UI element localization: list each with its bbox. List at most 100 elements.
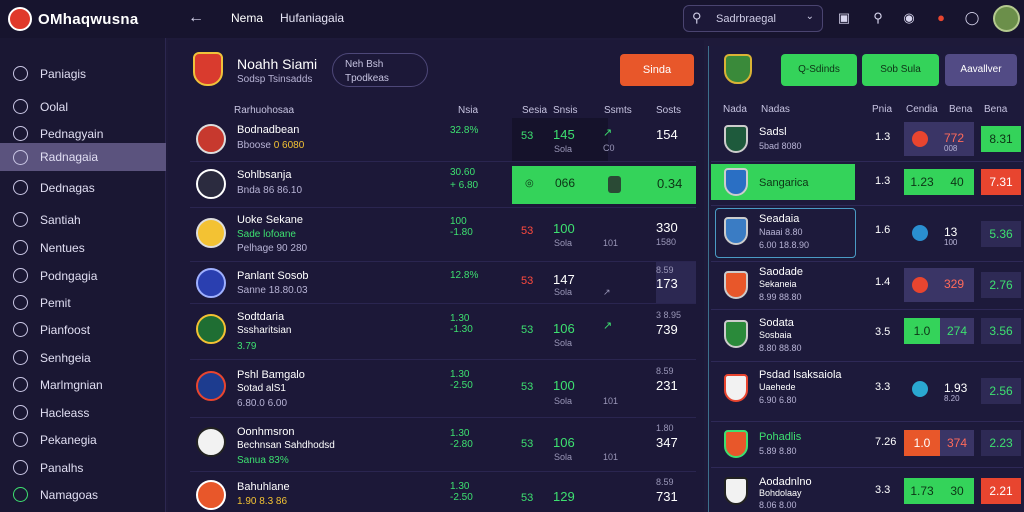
odds-value[interactable]: 739 bbox=[656, 322, 678, 337]
odds-split-left[interactable]: 1.73 bbox=[904, 478, 940, 504]
col-header-6[interactable]: Sosts bbox=[656, 105, 681, 116]
percent-value: 100 bbox=[450, 216, 467, 227]
sidebar-item-14[interactable]: Pekanegia bbox=[0, 426, 166, 453]
table-row[interactable]: Uoke Sekane Sade lofoane Pelhage 90 280 … bbox=[190, 208, 696, 262]
odds-box[interactable]: 1.93 8.20 bbox=[904, 372, 974, 406]
team-info-pill[interactable]: Neh Bsh Tpodkeas bbox=[332, 53, 428, 87]
col-header-3[interactable]: Sesia bbox=[522, 105, 547, 116]
circle-icon bbox=[13, 99, 28, 114]
odds-sub: 100 bbox=[944, 238, 958, 247]
chevron-down-icon[interactable]: ⌄ bbox=[806, 11, 814, 22]
sidebar-item-15[interactable]: Panalhs bbox=[0, 454, 166, 481]
odds-value[interactable]: 731 bbox=[656, 489, 678, 504]
market-row[interactable]: Seadaia Naaai 8.80 6.00 18.8.90 1.6 13 1… bbox=[711, 206, 1023, 262]
odds-value[interactable]: 347 bbox=[656, 435, 678, 450]
sub-button[interactable]: Sob Sula bbox=[862, 54, 939, 86]
odds-box[interactable]: 329 bbox=[904, 268, 974, 302]
available-button[interactable]: Aavallver bbox=[945, 54, 1017, 86]
odds-box[interactable]: 772 008 bbox=[904, 122, 974, 156]
odds-value[interactable]: 330 bbox=[656, 220, 678, 235]
market-row[interactable]: Sodata Sosbaia 8.80 88.80 3.5 1.0 274 3.… bbox=[711, 310, 1023, 362]
odds-value[interactable]: 173 bbox=[656, 276, 678, 291]
table-row[interactable]: Bahuhlane 1.90 8.3 86 1.30 -2.50 53 129 … bbox=[190, 472, 696, 512]
odds-button[interactable]: 2.21 bbox=[981, 478, 1021, 504]
col-header-5[interactable]: Ssmts bbox=[604, 105, 632, 116]
odds-split-left[interactable]: 1.0 bbox=[904, 318, 940, 344]
col-header[interactable]: Bena bbox=[984, 104, 1007, 115]
odds-button[interactable]: 7.31 bbox=[981, 169, 1021, 195]
odds-button[interactable]: 5.36 bbox=[981, 221, 1021, 247]
market-row-selected[interactable]: Sangarica 1.3 1.23 40 7.31 bbox=[711, 162, 1023, 206]
market-row[interactable]: Aodadnlno Bohdolaay 8.06 8.00 3.3 1.73 3… bbox=[711, 468, 1023, 512]
notification-icon[interactable]: ● bbox=[933, 10, 949, 26]
calendar-icon[interactable]: ▣ bbox=[836, 10, 852, 26]
avatar[interactable] bbox=[993, 5, 1020, 32]
help-icon[interactable]: ◉ bbox=[901, 10, 917, 26]
sidebar-item-1[interactable]: Paniagis bbox=[0, 60, 166, 87]
team-crest-icon bbox=[724, 320, 748, 348]
col-header-team[interactable]: Rarhuohosaa bbox=[234, 105, 294, 116]
col-header-4[interactable]: Snsis bbox=[553, 105, 577, 116]
table-row[interactable]: Pshl Bamgalo Sotad alS1 6.80.0 6.00 1.30… bbox=[190, 360, 696, 418]
nav-link-1[interactable]: Nema bbox=[231, 11, 263, 25]
odds-button[interactable]: 2.56 bbox=[981, 378, 1021, 404]
odds-button[interactable]: 2.23 bbox=[981, 430, 1021, 456]
table-row[interactable]: Oonhmsron Bechnsan Sahdhodsd Sanua 83% 1… bbox=[190, 418, 696, 472]
row-value: 1.4 bbox=[875, 276, 891, 288]
table-row-selected[interactable]: Sohlbsanja Bnda 86 86.10 30.60 + 6.80 ◎ … bbox=[190, 162, 696, 208]
sidebar-item-9[interactable]: Pemit bbox=[0, 289, 166, 316]
back-arrow-icon[interactable]: ← bbox=[188, 9, 204, 27]
odds-split-left[interactable]: 1.0 bbox=[904, 430, 940, 456]
percent-change: -2.50 bbox=[450, 492, 473, 503]
odds-split-mid[interactable]: 30 bbox=[940, 478, 974, 504]
sidebar-item-13[interactable]: Hacleass bbox=[0, 399, 166, 426]
search-input[interactable]: ⚲ Sadrbraegal ⌄ bbox=[683, 5, 823, 32]
market-row[interactable]: Sadsl 5bad 8080 1.3 772 008 8.31 bbox=[711, 118, 1023, 162]
sidebar-item-8[interactable]: Podngagia bbox=[0, 262, 166, 289]
sidebar-item-6[interactable]: Santiah bbox=[0, 206, 166, 233]
sidebar-item-4[interactable]: Radnagaia bbox=[0, 143, 166, 171]
stat-value: 53 bbox=[521, 225, 534, 237]
sidebar-item-7[interactable]: Nentues bbox=[0, 234, 166, 261]
odds-button[interactable]: 8.31 bbox=[981, 126, 1021, 152]
market-row[interactable]: Pohadlis 5.89 8.80 7.26 1.0 374 2.23 bbox=[711, 422, 1023, 468]
zoom-icon[interactable]: ⚲ bbox=[870, 10, 886, 26]
col-header[interactable]: Nadas bbox=[761, 104, 790, 115]
team-meta: Sanne 18.80.03 bbox=[237, 285, 308, 296]
market-row[interactable]: Saodade Sekaneia 8.99 88.80 1.4 329 2.76 bbox=[711, 262, 1023, 310]
col-header[interactable]: Bena bbox=[949, 104, 972, 115]
team-name: Aodadnlno bbox=[759, 476, 812, 488]
sidebar-item-10[interactable]: Pianfoost bbox=[0, 316, 166, 343]
market-row[interactable]: Psdad lsaksaiola Uaehede 6.90 6.80 3.3 1… bbox=[711, 362, 1023, 422]
nav-link-2[interactable]: Hufaniagaia bbox=[280, 11, 344, 25]
stat-sublabel: Sola bbox=[554, 396, 573, 406]
odds-button[interactable]: 2.76 bbox=[981, 272, 1021, 298]
sidebar-item-5[interactable]: Dednagas bbox=[0, 174, 166, 201]
trend-icon: ↗ bbox=[603, 320, 613, 332]
col-header-2[interactable]: Nsia bbox=[458, 105, 478, 116]
sidebar-item-2[interactable]: Oolal bbox=[0, 93, 166, 120]
action-button[interactable]: Sinda bbox=[620, 54, 694, 86]
team-crest-icon bbox=[724, 125, 748, 153]
col-header[interactable]: Nada bbox=[723, 104, 747, 115]
odds-value[interactable]: 0.34 bbox=[657, 176, 682, 191]
odds-value[interactable]: 154 bbox=[656, 127, 678, 142]
sidebar-item-12[interactable]: Marlmgnian bbox=[0, 371, 166, 398]
sidebar-item-16[interactable]: Namagoas bbox=[0, 481, 166, 508]
odds-split-left[interactable]: 1.23 bbox=[904, 169, 940, 195]
table-row[interactable]: Bodnadbean Bboose 0 6080 32.8% 53 145 So… bbox=[190, 118, 696, 162]
odds-value[interactable]: 231 bbox=[656, 378, 678, 393]
odds-split-mid[interactable]: 374 bbox=[940, 430, 974, 456]
table-row[interactable]: Sodtdaria Sssharitsian 3.79 1.30 -1.30 5… bbox=[190, 304, 696, 360]
col-header[interactable]: Pnia bbox=[872, 104, 892, 115]
filter-button[interactable]: Q-Sdinds bbox=[781, 54, 857, 86]
odds-split-mid[interactable]: 274 bbox=[940, 318, 974, 344]
odds-button[interactable]: 3.56 bbox=[981, 318, 1021, 344]
col-header[interactable]: Cendia bbox=[906, 104, 938, 115]
settings-icon[interactable]: ◯ bbox=[964, 10, 980, 26]
odds-box[interactable]: 13 100 bbox=[904, 216, 974, 250]
table-row[interactable]: Panlant Sosob Sanne 18.80.03 12.8% 53 14… bbox=[190, 262, 696, 304]
sidebar-item-11[interactable]: Senhgeia bbox=[0, 344, 166, 371]
app-logo[interactable]: OMhaqwusna bbox=[8, 7, 139, 31]
odds-split-mid[interactable]: 40 bbox=[940, 169, 974, 195]
